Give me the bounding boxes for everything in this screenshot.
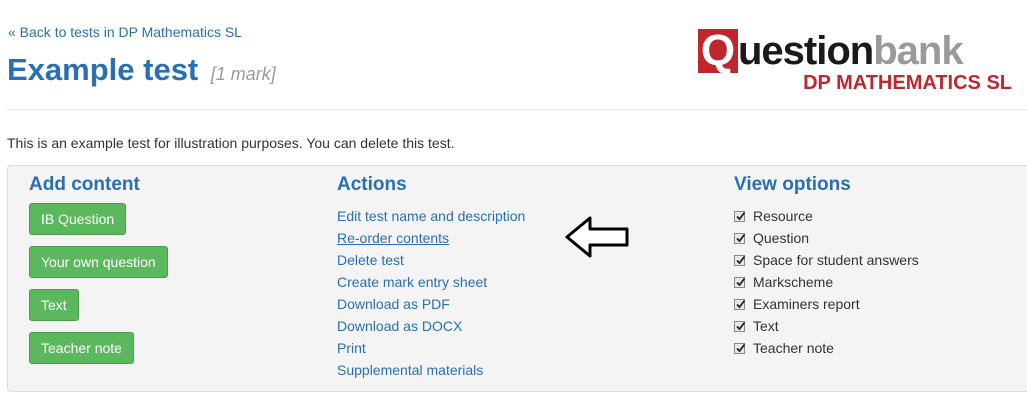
view-option-label: Examiners report (753, 296, 860, 312)
checkbox-checked-icon[interactable] (734, 276, 746, 288)
title-row: Example test [1 mark] (7, 52, 276, 88)
view-option-label: Markscheme (753, 274, 834, 290)
create-mark-entry-sheet-link[interactable]: Create mark entry sheet (337, 274, 487, 290)
view-options-heading: View options (734, 174, 851, 195)
actions-section: Actions Edit test name and description R… (337, 174, 525, 378)
view-option-resource[interactable]: Resource (734, 205, 919, 227)
logo-word-dark: uestion (738, 29, 874, 73)
add-teacher-note-button[interactable]: Teacher note (29, 332, 134, 364)
edit-test-name-link[interactable]: Edit test name and description (337, 208, 525, 224)
test-controls-panel: Add content IB Question Your own questio… (7, 165, 1027, 392)
add-own-question-button[interactable]: Your own question (29, 246, 168, 278)
download-docx-link[interactable]: Download as DOCX (337, 318, 462, 334)
logo-q-mark: Q (698, 29, 738, 73)
add-text-button[interactable]: Text (29, 289, 79, 321)
checkbox-checked-icon[interactable] (734, 232, 746, 244)
view-option-label: Resource (753, 208, 813, 224)
checkbox-checked-icon[interactable] (734, 342, 746, 354)
add-ib-question-button[interactable]: IB Question (29, 203, 127, 235)
view-options-list: Resource Question Space for student answ… (734, 205, 919, 359)
view-option-label: Space for student answers (753, 252, 919, 268)
view-option-label: Teacher note (753, 340, 834, 356)
view-option-teacher-note[interactable]: Teacher note (734, 337, 919, 359)
actions-heading: Actions (337, 174, 407, 195)
actions-list: Edit test name and description Re-order … (337, 205, 525, 381)
checkbox-checked-icon[interactable] (734, 298, 746, 310)
logo-subtitle: DP MATHEMATICS SL (803, 72, 1012, 94)
view-option-markscheme[interactable]: Markscheme (734, 271, 919, 293)
supplemental-materials-link[interactable]: Supplemental materials (337, 362, 483, 378)
view-option-student-space[interactable]: Space for student answers (734, 249, 919, 271)
delete-test-link[interactable]: Delete test (337, 252, 404, 268)
questionbank-logo: Q uestionbank DP MATHEMATICS SL (698, 27, 1016, 97)
checkbox-checked-icon[interactable] (734, 320, 746, 332)
add-content-heading: Add content (29, 174, 140, 195)
test-description: This is an example test for illustration… (7, 135, 455, 151)
view-option-question[interactable]: Question (734, 227, 919, 249)
left-arrow-annotation-icon (565, 216, 629, 258)
logo-wordmark: uestionbank (738, 27, 964, 75)
print-link[interactable]: Print (337, 340, 366, 356)
view-options-section: View options Resource Question Space for… (734, 174, 919, 356)
page-title: Example test (7, 52, 199, 87)
view-option-label: Question (753, 230, 810, 246)
checkbox-checked-icon[interactable] (734, 254, 746, 266)
view-option-label: Text (753, 318, 779, 334)
marks-label: [1 mark] (210, 64, 276, 84)
add-content-section: Add content IB Question Your own questio… (29, 174, 168, 364)
logo-word-light: bank (873, 29, 963, 73)
header-divider (7, 109, 1027, 110)
reorder-contents-link[interactable]: Re-order contents (337, 230, 449, 246)
download-pdf-link[interactable]: Download as PDF (337, 296, 450, 312)
view-option-examiners-report[interactable]: Examiners report (734, 293, 919, 315)
checkbox-checked-icon[interactable] (734, 210, 746, 222)
view-option-text[interactable]: Text (734, 315, 919, 337)
back-to-tests-link[interactable]: « Back to tests in DP Mathematics SL (8, 24, 242, 40)
